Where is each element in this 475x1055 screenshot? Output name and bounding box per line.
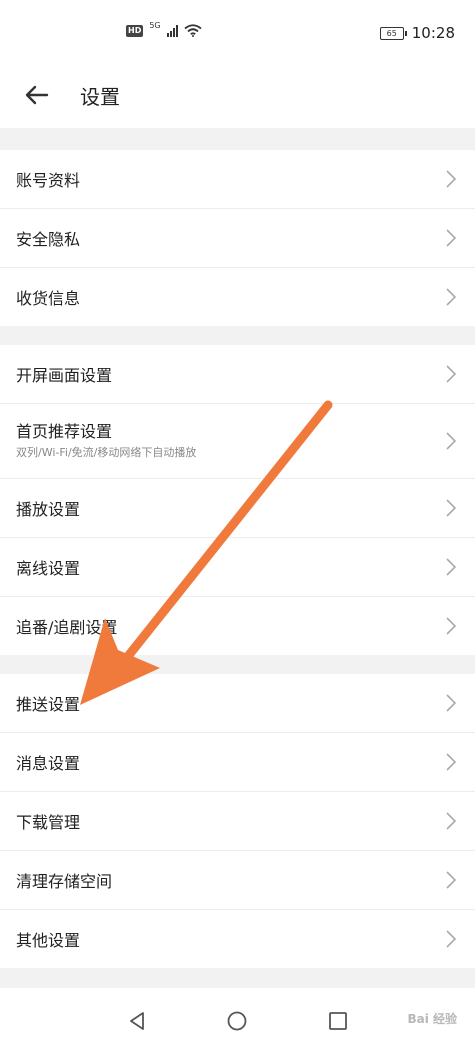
settings-row-other[interactable]: 其他设置 xyxy=(0,910,475,968)
row-label: 离线设置 xyxy=(16,559,81,578)
chevron-right-icon xyxy=(446,617,457,635)
settings-row-offline[interactable]: 离线设置 xyxy=(0,538,475,597)
row-subtitle: 双列/Wi-Fi/免流/移动网络下自动播放 xyxy=(16,446,197,459)
row-label: 推送设置 xyxy=(16,695,81,714)
row-label: 安全隐私 xyxy=(16,230,81,249)
watermark: Bai 经验 xyxy=(407,1012,457,1026)
row-label: 播放设置 xyxy=(16,500,81,519)
settings-row-playback[interactable]: 播放设置 xyxy=(0,479,475,538)
settings-row-account-profile[interactable]: 账号资料 xyxy=(0,150,475,209)
back-arrow-icon[interactable] xyxy=(22,80,52,110)
settings-row-push[interactable]: 推送设置 xyxy=(0,674,475,733)
status-bar: HD 5G 65 10:28 xyxy=(0,0,475,62)
hd-badge: HD xyxy=(126,24,144,37)
chevron-right-icon xyxy=(446,229,457,247)
row-label: 收货信息 xyxy=(16,289,81,308)
row-label: 消息设置 xyxy=(16,754,81,773)
row-label: 开屏画面设置 xyxy=(16,366,113,385)
row-label: 下载管理 xyxy=(16,813,81,832)
settings-group-account: 账号资料 安全隐私 收货信息 xyxy=(0,150,475,326)
settings-group-playback: 开屏画面设置 首页推荐设置 双列/Wi-Fi/免流/移动网络下自动播放 播放设置… xyxy=(0,345,475,655)
settings-row-downloads[interactable]: 下载管理 xyxy=(0,792,475,851)
page-title: 设置 xyxy=(80,85,120,109)
chevron-right-icon xyxy=(446,930,457,948)
status-right: 65 10:28 xyxy=(379,24,455,42)
chevron-right-icon xyxy=(446,812,457,830)
nav-home-icon[interactable] xyxy=(226,1010,248,1032)
chevron-right-icon xyxy=(446,170,457,188)
battery-icon: 65 xyxy=(379,26,407,40)
row-label: 其他设置 xyxy=(16,931,81,950)
chevron-right-icon xyxy=(446,432,457,450)
settings-row-splash-screen[interactable]: 开屏画面设置 xyxy=(0,345,475,404)
settings-row-shipping-info[interactable]: 收货信息 xyxy=(0,268,475,326)
settings-row-follow-series[interactable]: 追番/追剧设置 xyxy=(0,597,475,655)
nav-back-icon[interactable] xyxy=(126,1010,148,1032)
wifi-icon xyxy=(184,24,202,37)
status-indicators: HD 5G xyxy=(126,21,202,37)
settings-row-home-recommend[interactable]: 首页推荐设置 双列/Wi-Fi/免流/移动网络下自动播放 xyxy=(0,404,475,479)
system-nav-bar: Bai 经验 xyxy=(0,988,475,1055)
chevron-right-icon xyxy=(446,288,457,306)
settings-row-clear-storage[interactable]: 清理存储空间 xyxy=(0,851,475,910)
clock: 10:28 xyxy=(411,24,455,42)
chevron-right-icon xyxy=(446,499,457,517)
settings-row-security-privacy[interactable]: 安全隐私 xyxy=(0,209,475,268)
row-label: 清理存储空间 xyxy=(16,872,113,891)
chevron-right-icon xyxy=(446,694,457,712)
chevron-right-icon xyxy=(446,365,457,383)
network-type: 5G xyxy=(149,21,161,30)
row-label: 账号资料 xyxy=(16,171,81,190)
signal-icon xyxy=(166,24,178,37)
nav-recents-icon[interactable] xyxy=(327,1010,349,1032)
chevron-right-icon xyxy=(446,753,457,771)
chevron-right-icon xyxy=(446,558,457,576)
header-bar: 设置 xyxy=(0,62,475,128)
settings-row-messages[interactable]: 消息设置 xyxy=(0,733,475,792)
settings-group-system: 推送设置 消息设置 下载管理 清理存储空间 其他设置 xyxy=(0,674,475,968)
row-label: 追番/追剧设置 xyxy=(16,618,118,637)
row-label: 首页推荐设置 xyxy=(16,422,113,441)
chevron-right-icon xyxy=(446,871,457,889)
